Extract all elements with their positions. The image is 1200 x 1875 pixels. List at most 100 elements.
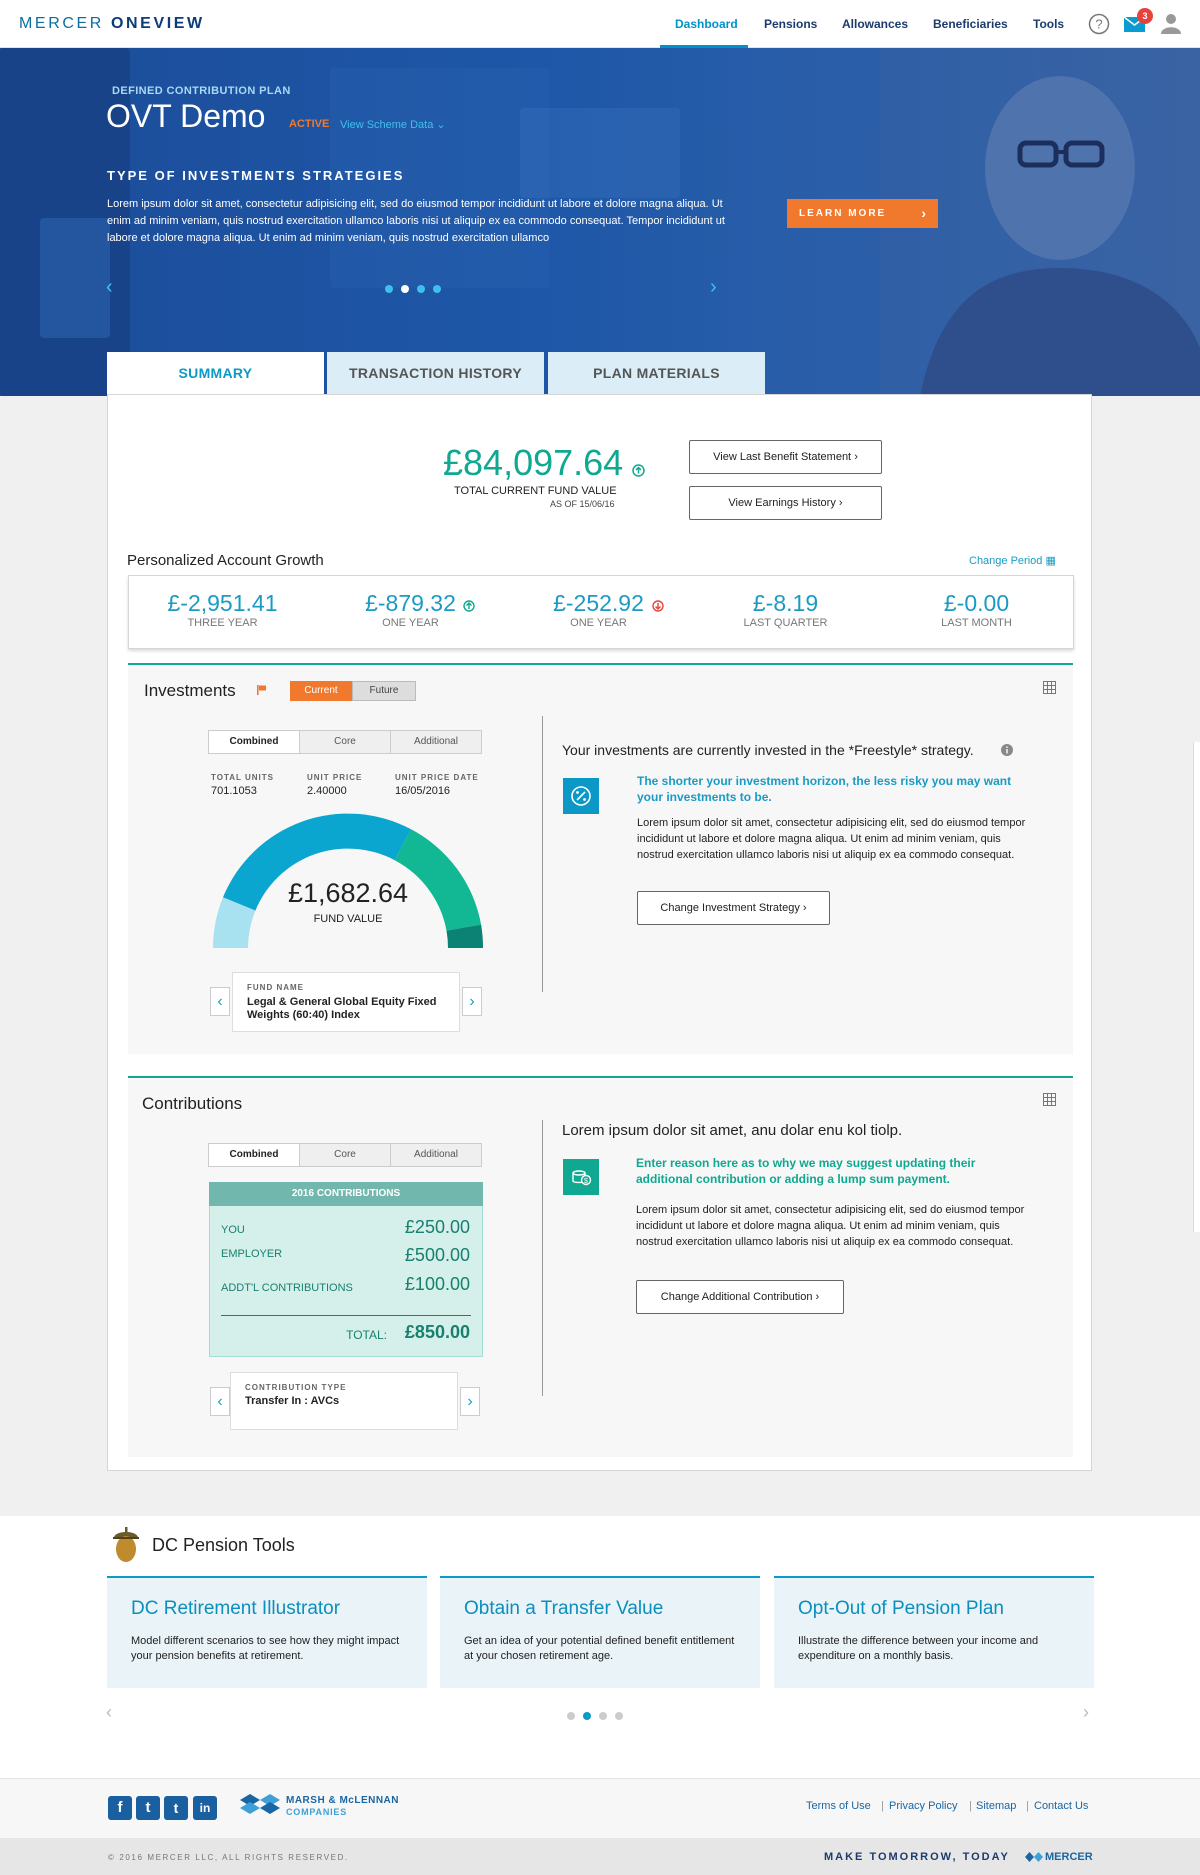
segment-additional[interactable]: Additional [390, 730, 482, 754]
segment-combined[interactable]: Combined [208, 730, 300, 754]
plan-type-label: DEFINED CONTRIBUTION PLAN [112, 85, 291, 97]
contact-us-link[interactable]: Contact Us [1034, 1800, 1088, 1812]
acorn-icon [113, 1527, 139, 1562]
learn-more-button[interactable]: LEARN MORE › [787, 199, 938, 228]
hero-prev-arrow-icon[interactable]: ‹ [106, 276, 113, 299]
nav-tools[interactable]: Tools [1033, 17, 1064, 31]
contribution-row-label: EMPLOYER [221, 1248, 283, 1260]
info-icon[interactable] [1001, 744, 1013, 756]
contribution-row-value: £500.00 [404, 1245, 470, 1265]
calendar-icon: ▦ [1045, 555, 1056, 567]
footer-separator: | [881, 1800, 884, 1812]
nav-allowances[interactable]: Allowances [842, 17, 908, 31]
mercer-brand: MERCER [1045, 1851, 1093, 1863]
table-view-icon[interactable] [1043, 681, 1056, 694]
toggle-future-button[interactable]: Future [352, 681, 416, 701]
nav-pensions[interactable]: Pensions [764, 17, 817, 31]
marsh-mclennan-line2: COMPANIES [286, 1807, 348, 1817]
contribution-type-label: CONTRIBUTION TYPE [245, 1383, 347, 1392]
tool-card-opt-out[interactable]: Opt-Out of Pension Plan Illustrate the d… [774, 1576, 1094, 1688]
contribution-row-value: £250.00 [404, 1217, 470, 1237]
tools-carousel-dot[interactable] [615, 1712, 623, 1720]
tools-carousel-dot-active[interactable] [583, 1712, 591, 1720]
flag-icon [257, 685, 266, 695]
footer-separator: | [969, 1800, 972, 1812]
segment-core[interactable]: Core [299, 730, 391, 754]
learn-more-label: LEARN MORE [799, 208, 887, 219]
tools-carousel-dot[interactable] [567, 1712, 575, 1720]
hero-next-arrow-icon[interactable]: › [710, 276, 717, 299]
tools-prev-arrow-icon[interactable]: ‹ [106, 1702, 112, 1723]
view-last-benefit-statement-button[interactable]: View Last Benefit Statement › [689, 440, 882, 474]
tool-card-text: Get an idea of your potential defined be… [464, 1635, 735, 1662]
toggle-current-button[interactable]: Current [290, 681, 352, 701]
tab-summary[interactable]: SUMMARY [107, 352, 324, 396]
contributions-box-title: 2016 CONTRIBUTIONS [209, 1182, 483, 1206]
hero-carousel-dot[interactable] [417, 285, 425, 293]
privacy-policy-link[interactable]: Privacy Policy [889, 1800, 957, 1812]
contribution-row-value: £100.00 [404, 1274, 470, 1294]
change-period-label: Change Period [969, 555, 1043, 567]
facebook-icon[interactable]: f [108, 1796, 132, 1820]
top-navigation-bar: MERCER ONEVIEW Dashboard Pensions Allowa… [0, 0, 1200, 48]
mercer-oneview-logo[interactable]: MERCER ONEVIEW [19, 15, 205, 33]
growth-value: £-8.19 [752, 590, 819, 616]
contribution-type-next-button[interactable]: › [460, 1387, 480, 1416]
fund-name-label: FUND NAME [247, 983, 304, 992]
contribution-row-label: YOU [221, 1224, 245, 1236]
view-scheme-data-link[interactable]: View Scheme Data ⌄ [340, 118, 446, 131]
nav-beneficiaries[interactable]: Beneficiaries [933, 17, 1008, 31]
change-investment-strategy-label: Change Investment Strategy [660, 902, 800, 914]
unit-price-date-value: 16/05/2016 [395, 785, 451, 797]
fund-name-value: Legal & General Global Equity Fixed Weig… [247, 996, 437, 1021]
tab-transaction-history[interactable]: TRANSACTION HISTORY [327, 352, 544, 395]
growth-label: ONE YEAR [382, 617, 439, 629]
contribution-type-value: Transfer In : AVCs [245, 1395, 340, 1407]
logo-text-mercer: MERCER [19, 15, 104, 32]
change-additional-contribution-button[interactable]: Change Additional Contribution › [636, 1280, 844, 1314]
contributions-heading: Lorem ipsum dolor sit amet, anu dolar en… [562, 1122, 903, 1139]
table-view-icon[interactable] [1043, 1093, 1056, 1106]
user-avatar-icon[interactable] [1160, 12, 1182, 34]
segment-additional[interactable]: Additional [390, 1143, 482, 1167]
nav-dashboard[interactable]: Dashboard [675, 17, 738, 31]
segment-core[interactable]: Core [299, 1143, 391, 1167]
tumblr-icon[interactable]: t [164, 1796, 188, 1820]
linkedin-icon[interactable]: in [193, 1796, 217, 1820]
tools-carousel-dot[interactable] [599, 1712, 607, 1720]
sitemap-link[interactable]: Sitemap [976, 1800, 1016, 1812]
tool-card-transfer-value[interactable]: Obtain a Transfer Value Get an idea of y… [440, 1576, 760, 1688]
view-last-benefit-statement-label: View Last Benefit Statement [713, 451, 852, 463]
fund-prev-button[interactable]: ‹ [210, 987, 230, 1016]
twitter-icon[interactable]: t [136, 1796, 160, 1820]
contribution-row-label: ADDT'L CONTRIBUTIONS [221, 1282, 353, 1294]
contribution-tip-body: Lorem ipsum dolor sit amet, consectetur … [636, 1204, 1025, 1248]
percent-tip-icon [563, 778, 599, 814]
contribution-type-prev-button[interactable]: ‹ [210, 1387, 230, 1416]
total-units-value: 701.1053 [211, 785, 257, 797]
tool-card-title: Obtain a Transfer Value [464, 1598, 664, 1619]
tools-next-arrow-icon[interactable]: › [1083, 1702, 1089, 1723]
marsh-mclennan-line1: MARSH & McLENNAN [286, 1795, 399, 1806]
hero-carousel-dot[interactable] [385, 285, 393, 293]
growth-item-last-quarter: £-8.19 LAST QUARTER [703, 590, 868, 629]
terms-of-use-link[interactable]: Terms of Use [806, 1800, 871, 1812]
tool-card-retirement-illustrator[interactable]: DC Retirement Illustrator Model differen… [107, 1576, 427, 1688]
view-earnings-history-button[interactable]: View Earnings History › [689, 486, 882, 520]
fund-next-button[interactable]: › [462, 987, 482, 1016]
contribution-tip-icon: $ [563, 1159, 599, 1195]
chevron-right-icon: › [815, 1291, 820, 1303]
pension-tools-title: DC Pension Tools [152, 1535, 295, 1555]
hero-carousel-dot[interactable] [433, 285, 441, 293]
hero-carousel-dot-active[interactable] [401, 285, 409, 293]
chevron-right-icon: › [838, 497, 843, 509]
investments-title: Investments [144, 681, 236, 700]
growth-label: ONE YEAR [570, 617, 627, 629]
help-icon[interactable]: ? [1088, 13, 1110, 35]
change-period-link[interactable]: Change Period ▦ [969, 554, 1056, 567]
plan-status-badge: ACTIVE [289, 118, 330, 130]
change-investment-strategy-button[interactable]: Change Investment Strategy › [637, 891, 830, 925]
tab-plan-materials[interactable]: PLAN MATERIALS [548, 352, 765, 395]
segment-combined[interactable]: Combined [208, 1143, 300, 1167]
chevron-right-icon: › [467, 1393, 473, 1410]
